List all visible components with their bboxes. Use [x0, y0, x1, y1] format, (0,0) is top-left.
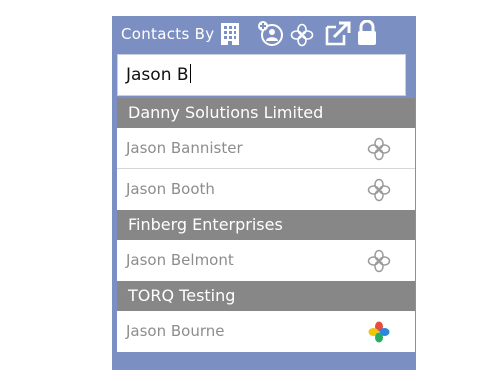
panel-title: Contacts By [121, 25, 215, 43]
contacts-panel: Contacts By Jason B Danny Solutions Limi… [112, 16, 416, 370]
list-item[interactable]: Jason Bannister [117, 128, 415, 169]
clover-color-icon[interactable] [367, 320, 391, 344]
text-caret [189, 64, 191, 83]
list-item[interactable]: Jason Belmont [117, 240, 415, 281]
contact-name: Jason Booth [126, 180, 215, 198]
group-header: TORQ Testing [117, 281, 415, 311]
clover-outline-icon[interactable] [367, 249, 391, 273]
search-field[interactable]: Jason B [117, 54, 406, 96]
contact-name: Jason Belmont [126, 251, 234, 269]
building-icon[interactable] [220, 22, 240, 46]
list-item[interactable]: Jason Bourne [117, 311, 415, 352]
search-input[interactable]: Jason B [126, 64, 191, 85]
external-link-icon[interactable] [324, 21, 352, 47]
clover-icon[interactable] [290, 23, 314, 47]
list-item[interactable]: Jason Booth [117, 169, 415, 210]
add-contact-icon[interactable] [257, 20, 285, 48]
search-value: Jason B [126, 65, 189, 85]
group-header: Finberg Enterprises [117, 210, 415, 240]
results-list: Danny Solutions Limited Jason Bannister … [117, 98, 415, 352]
panel-header: Contacts By [112, 16, 416, 52]
clover-outline-icon[interactable] [367, 178, 391, 202]
contact-name: Jason Bourne [126, 322, 225, 340]
group-header: Danny Solutions Limited [117, 98, 415, 128]
contact-name: Jason Bannister [126, 139, 243, 157]
lock-icon[interactable] [356, 20, 378, 46]
clover-outline-icon[interactable] [367, 137, 391, 161]
